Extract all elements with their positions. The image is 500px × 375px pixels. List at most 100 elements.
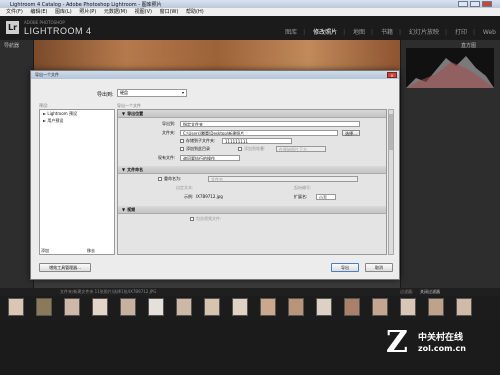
menu-edit[interactable]: 编辑(E) [30,8,47,16]
stack-position-select[interactable]: 在原始照片下方 [276,146,326,152]
section-export-location-title: 导出位置 [127,111,144,116]
subfolder-label: 存储到子文件夹: [186,138,216,143]
section-file-naming[interactable]: ▼ 文件命名 [118,166,386,174]
preset-user[interactable]: ► 用户预设 [40,117,114,124]
filmstrip-thumbnail[interactable] [400,298,416,316]
photo-preview [34,40,400,70]
remove-preset-button[interactable]: 移去 [87,248,95,254]
section-video[interactable]: ▼ 视频 [118,206,386,214]
folder-value: C:\Users\腾蕾\Desktop\新建照片 [183,131,245,136]
export-settings-panel: ▼ 导出位置 导出到: 指定文件夹 文件夹: C:\Users\腾蕾\Deskto… [117,109,387,255]
filmstrip-thumbnail[interactable] [92,298,108,316]
menu-metadata[interactable]: 元数据(M) [104,8,127,16]
module-web[interactable]: Web [483,29,496,36]
module-map[interactable]: 地图 [353,29,365,36]
extension-value: 小写 [319,195,327,200]
menu-library[interactable]: 图库(L) [55,8,72,16]
menu-window[interactable]: 窗口(W) [160,8,179,16]
filmstrip-thumbnail[interactable] [344,298,360,316]
start-number-label: 起始编号: [294,185,312,190]
dialog-close-button[interactable]: × [387,72,397,78]
section-export-location[interactable]: ▼ 导出位置 [118,110,386,118]
export-to-select[interactable]: 硬盘 ▾ [117,89,187,97]
left-panel: 导航器 [0,40,34,288]
subfolder-value: 111111111 [225,139,248,144]
location-export-to-label: 导出到: [162,121,176,126]
existing-files-select[interactable]: 询问要执行的操作 [180,155,240,161]
window-titlebar: Lightroom 4 Catalog - Adobe Photoshop Li… [0,0,500,8]
filmstrip-thumbnail[interactable] [120,298,136,316]
navigator-header[interactable]: 导航器 [4,42,19,49]
export-to-value: 硬盘 [120,90,128,95]
filmstrip-thumbnail[interactable] [428,298,444,316]
extension-label: 扩展名: [294,194,308,199]
filmstrip-thumbnail[interactable] [456,298,472,316]
menu-photo[interactable]: 照片(P) [79,8,96,16]
settings-scrollbar[interactable] [388,109,394,255]
export-dialog: 导出一个文件 × 导出到: 硬盘 ▾ 预设: ► Lightroom 预设 ► … [30,70,400,280]
triangle-down-icon: ▼ [122,207,126,212]
filmstrip-thumbnail[interactable] [8,298,24,316]
filmstrip-thumbnail[interactable] [148,298,164,316]
include-video-checkbox[interactable] [190,217,194,221]
minimize-button[interactable] [458,1,468,7]
rename-value: 文件名 [211,177,223,182]
add-preset-button[interactable]: 添加 [41,248,49,254]
close-button[interactable] [482,1,492,7]
module-print[interactable]: 打印 [455,29,467,36]
filmstrip-info: 文件夹/新建文件夹 11张照片/选择1张/IX7B9712.JPG [60,289,157,294]
rename-checkbox[interactable] [158,177,162,181]
module-develop[interactable]: 修改照片 [313,29,337,36]
preset-list[interactable]: ► Lightroom 预设 ► 用户预设 [39,109,115,255]
location-export-to-select[interactable]: 指定文件夹 [180,121,360,127]
extension-select[interactable]: 小写 [316,194,336,200]
module-library[interactable]: 图库 [285,29,297,36]
include-video-label: 包含视频文件: [196,216,222,221]
add-to-stack-checkbox[interactable] [238,147,242,151]
subfolder-field[interactable]: 111111111 [222,138,292,144]
menu-view[interactable]: 视图(V) [135,8,152,16]
stack-position-value: 在原始照片下方 [279,147,307,152]
filter-select[interactable]: 关闭过滤器 [420,289,440,295]
add-to-catalog-checkbox[interactable] [180,147,184,151]
filmstrip-thumbnail[interactable] [372,298,388,316]
dialog-title: 导出一个文件 [35,72,59,77]
filmstrip-thumbnail[interactable] [204,298,220,316]
filmstrip-thumbnail[interactable] [288,298,304,316]
folder-label: 文件夹: [162,130,176,135]
cancel-button[interactable]: 取消 [365,263,393,272]
zol-watermark: Z 中关村在线 zol.com.cn [386,326,496,366]
rename-select[interactable]: 文件名 [208,176,358,182]
filter-label: 过滤器: [400,289,414,294]
module-picker: 图库 | 修改照片 | 地图 | 书籍 | 幻灯片放映 | 打印 | Web [285,29,496,36]
filmstrip-thumbnail[interactable] [316,298,332,316]
triangle-down-icon: ▼ [122,111,126,116]
export-button[interactable]: 导出 [331,263,359,272]
subfolder-checkbox[interactable] [180,139,184,143]
zol-logo: Z [386,325,408,360]
preset-lightroom[interactable]: ► Lightroom 预设 [40,110,114,117]
lr-logo: Lr [6,21,19,34]
filmstrip-thumbnail[interactable] [36,298,52,316]
maximize-button[interactable] [470,1,480,7]
filmstrip-thumbnail[interactable] [232,298,248,316]
menu-file[interactable]: 文件(F) [6,8,23,16]
existing-files-label: 现有文件: [158,155,176,160]
filmstrip-thumbnail[interactable] [176,298,192,316]
menu-help[interactable]: 帮助(H) [186,8,204,16]
location-export-to-value: 指定文件夹 [183,122,203,127]
folder-field[interactable]: C:\Users\腾蕾\Desktop\新建照片 [180,130,338,136]
lr-identity-plate: Lr ADOBE PHOTOSHOP LIGHTROOM 4 图库 | 修改照片 |… [0,16,500,40]
window-title: Lightroom 4 Catalog - Adobe Photoshop Li… [10,2,162,8]
plugin-manager-button[interactable]: 增效工具管理器... [39,263,91,272]
custom-text-label: 自定文本: [176,185,194,190]
module-book[interactable]: 书籍 [381,29,393,36]
zol-url: zol.com.cn [418,344,466,353]
scrollbar-thumb[interactable] [389,114,393,150]
choose-folder-button[interactable]: 选择... [342,130,360,136]
module-slideshow[interactable]: 幻灯片放映 [409,29,439,36]
rename-label: 重命名为: [164,176,182,181]
filmstrip-thumbnail[interactable] [64,298,80,316]
filmstrip-toolbar: 文件夹/新建文件夹 11张照片/选择1张/IX7B9712.JPG 过滤器: 关… [0,288,500,296]
filmstrip-thumbnail[interactable] [260,298,276,316]
